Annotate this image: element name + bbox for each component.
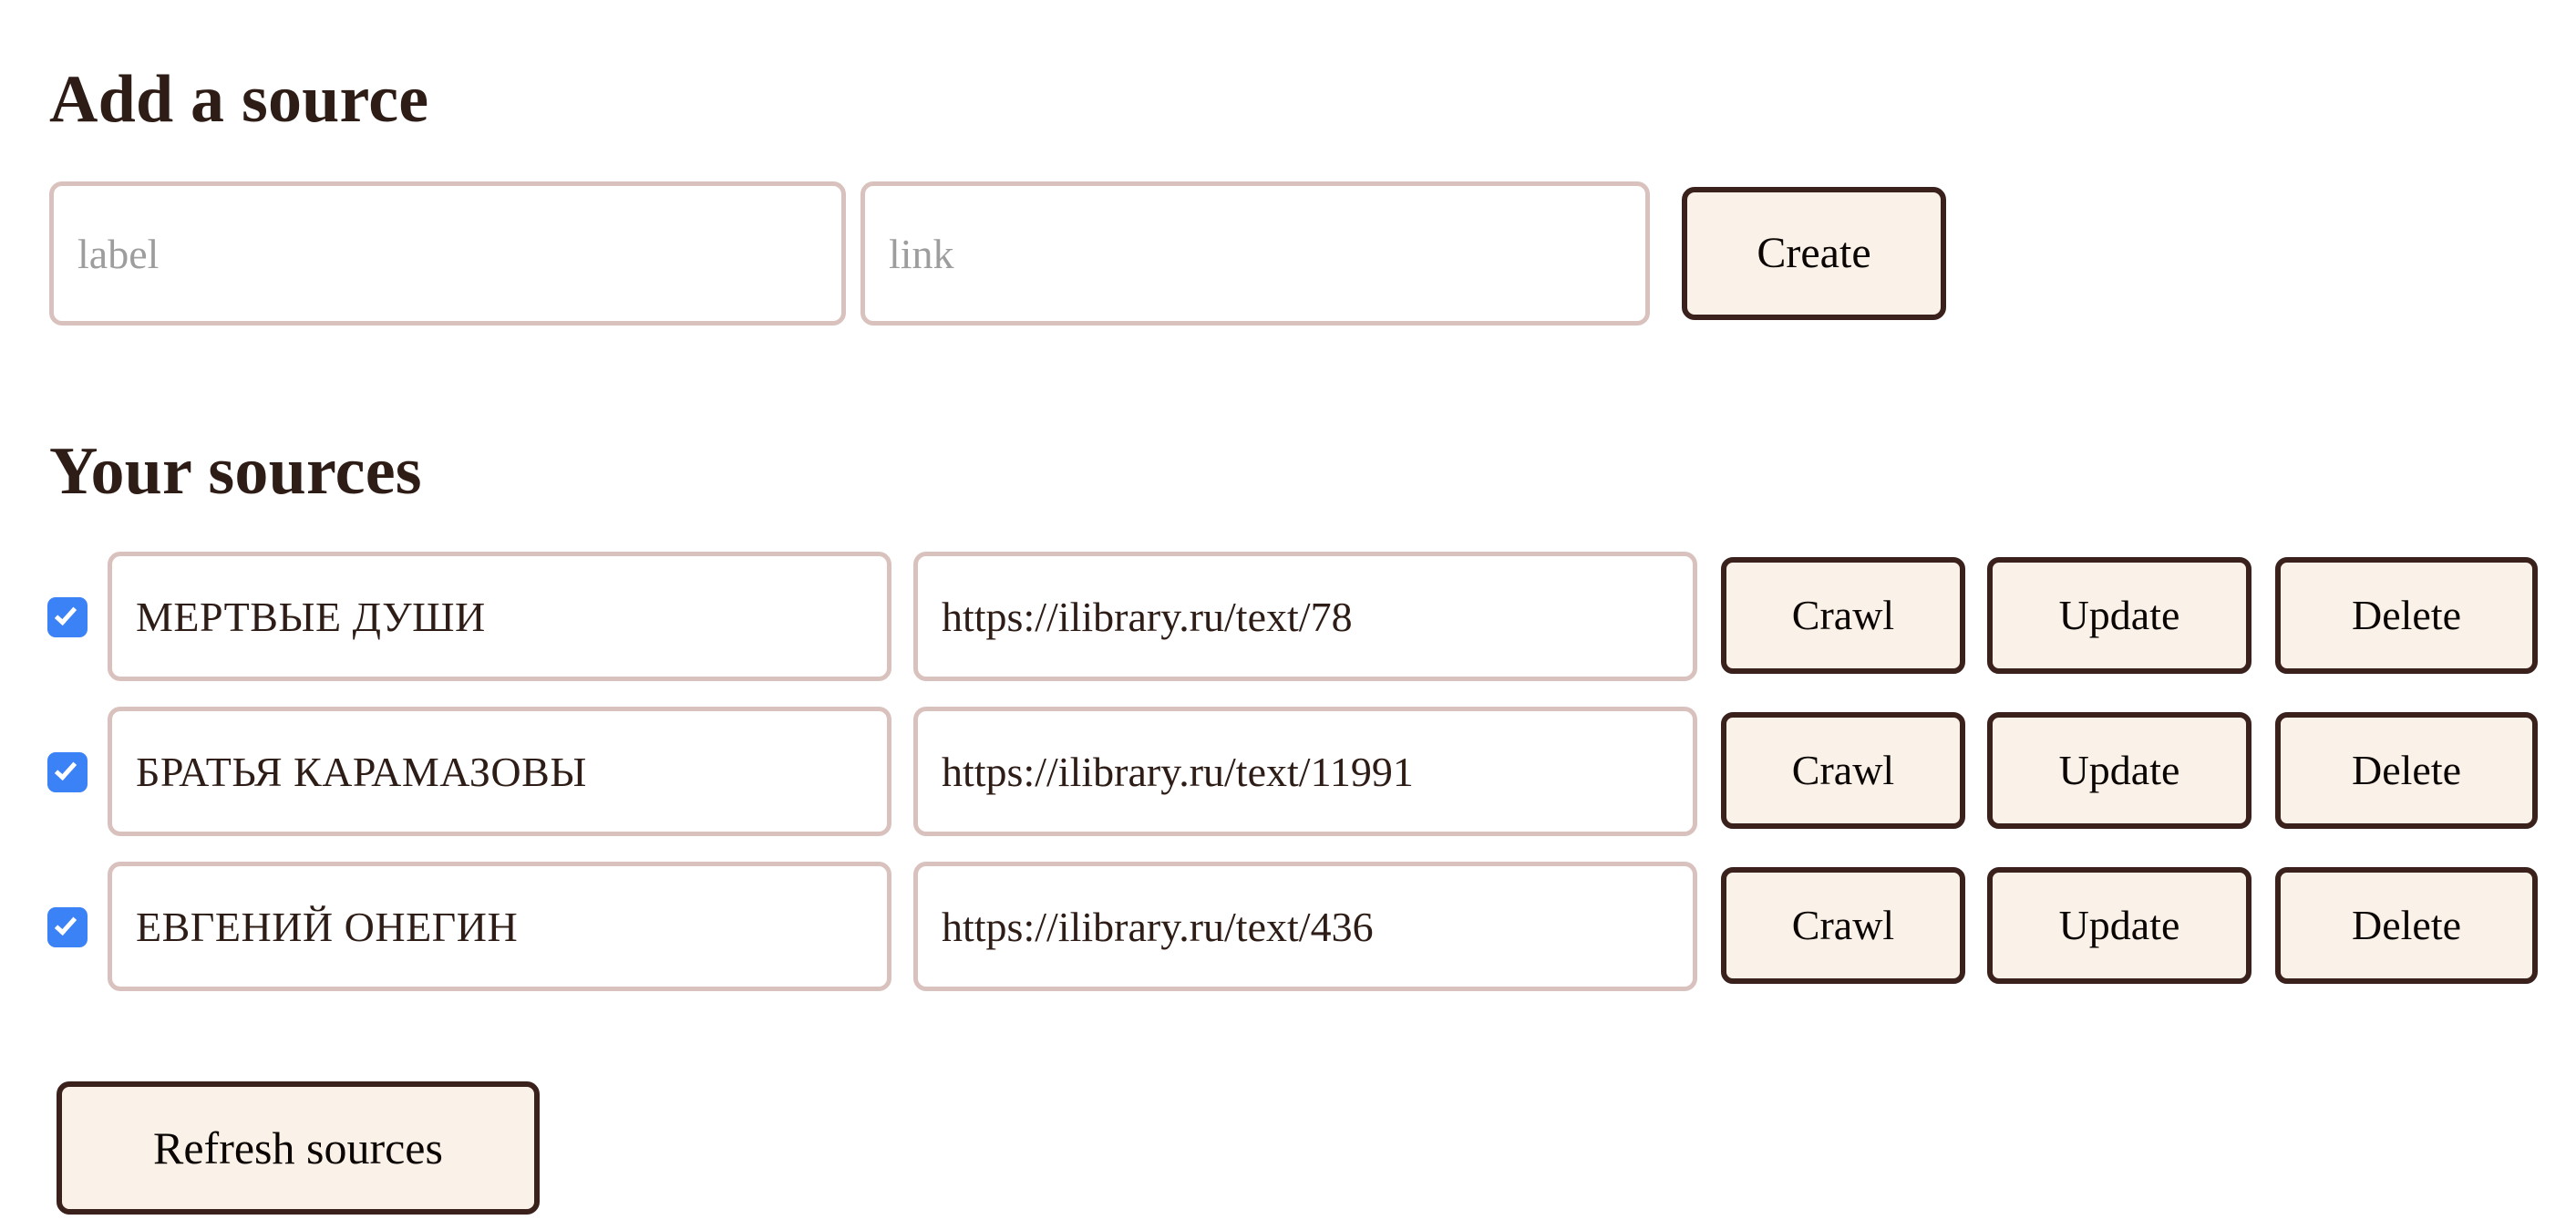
delete-button[interactable]: Delete: [2275, 867, 2538, 984]
source-label-input[interactable]: [108, 707, 891, 836]
your-sources-heading: Your sources: [49, 433, 422, 509]
new-source-label-input[interactable]: [49, 181, 846, 326]
crawl-button[interactable]: Crawl: [1721, 557, 1965, 674]
source-label-input[interactable]: [108, 552, 891, 681]
source-label-input[interactable]: [108, 862, 891, 991]
source-link-input[interactable]: [913, 862, 1697, 991]
delete-button[interactable]: Delete: [2275, 557, 2538, 674]
source-link-input[interactable]: [913, 707, 1697, 836]
crawl-button[interactable]: Crawl: [1721, 712, 1965, 829]
delete-button[interactable]: Delete: [2275, 712, 2538, 829]
source-select-checkbox[interactable]: [47, 907, 88, 947]
create-source-button[interactable]: Create: [1682, 187, 1946, 320]
refresh-sources-button[interactable]: Refresh sources: [57, 1081, 540, 1215]
source-row: Crawl Update Delete: [0, 707, 2576, 853]
new-source-link-input[interactable]: [860, 181, 1650, 326]
source-select-checkbox[interactable]: [47, 597, 88, 637]
update-button[interactable]: Update: [1987, 867, 2251, 984]
update-button[interactable]: Update: [1987, 557, 2251, 674]
source-row: Crawl Update Delete: [0, 862, 2576, 1008]
source-link-input[interactable]: [913, 552, 1697, 681]
update-button[interactable]: Update: [1987, 712, 2251, 829]
source-select-checkbox[interactable]: [47, 752, 88, 792]
add-source-heading: Add a source: [49, 61, 429, 137]
source-row: Crawl Update Delete: [0, 552, 2576, 698]
source-manager-page: Add a source Create Your sources Crawl U…: [0, 0, 2576, 1220]
crawl-button[interactable]: Crawl: [1721, 867, 1965, 984]
